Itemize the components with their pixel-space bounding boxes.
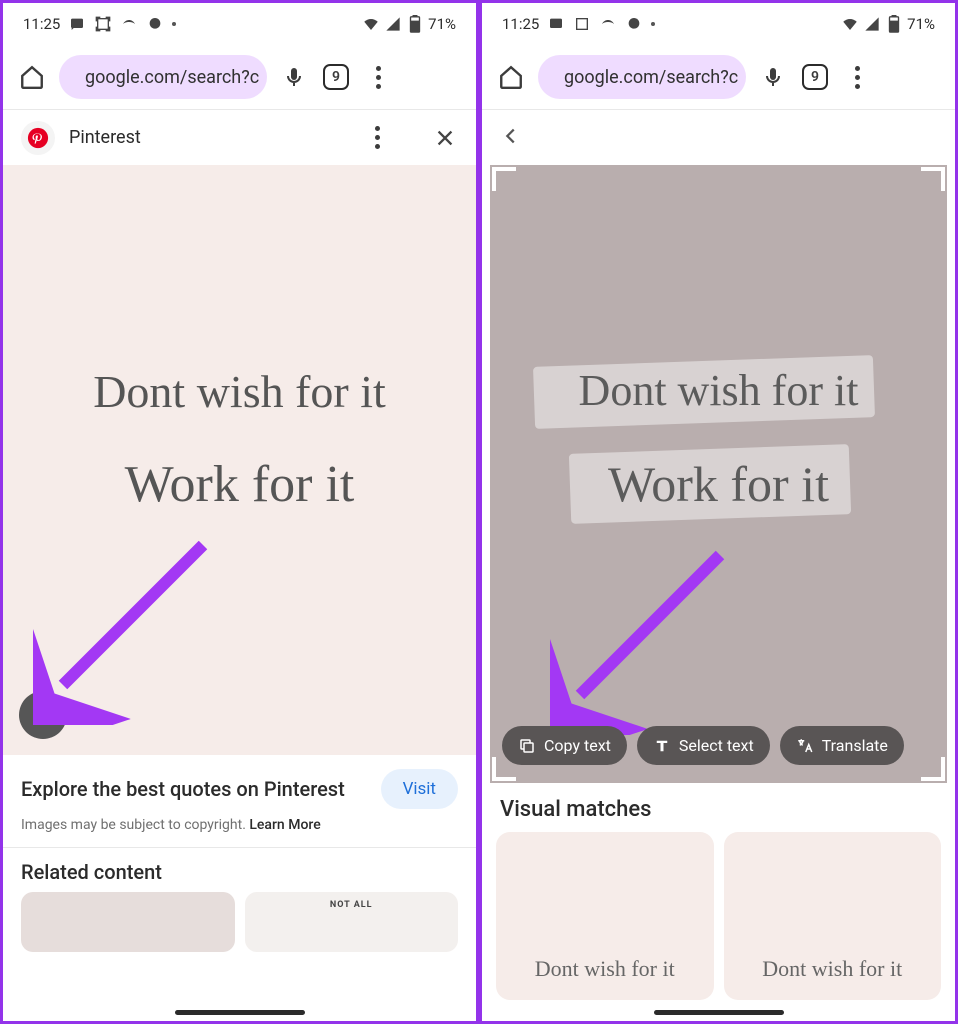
copyright-caption: Images may be subject to copyright. Lear… [3, 817, 476, 847]
caption-text: Images may be subject to copyright. [21, 817, 249, 833]
thumb-label: NOT ALL [330, 900, 373, 910]
related-thumbs: NOT ALL [3, 892, 476, 952]
wifi-icon [841, 15, 859, 33]
status-bar: 11:25 71% [3, 3, 476, 45]
learn-more-link[interactable]: Learn More [249, 817, 320, 833]
detected-text-2: Work for it [490, 455, 947, 513]
battery-icon [406, 15, 424, 33]
nav-handle[interactable] [175, 1010, 305, 1015]
battery-pct: 71% [907, 15, 935, 33]
lens-crop-area[interactable]: Dont wish for it Work for it Copy text S… [490, 165, 947, 783]
copy-text-label: Copy text [544, 736, 611, 755]
detected-text-1: Dont wish for it [490, 365, 947, 416]
close-icon[interactable] [432, 125, 458, 151]
translate-icon [796, 737, 814, 755]
battery-pct: 71% [428, 15, 456, 33]
screenshot-icon [573, 15, 591, 33]
tabs-count: 9 [811, 69, 819, 85]
url-text: google.com/search?c [85, 67, 259, 88]
translate-label: Translate [822, 736, 888, 755]
more-dot-icon [651, 22, 655, 26]
visual-matches-row: Dont wish for it Dont wish for it [482, 832, 955, 1000]
tabs-count: 9 [332, 69, 340, 85]
status-time: 11:25 [502, 15, 539, 33]
translate-button[interactable]: Translate [780, 726, 904, 765]
lens-action-row: Copy text Select text Translate [490, 726, 947, 765]
browser-bar: google.com/search?c 9 [3, 45, 476, 109]
phone-right: 11:25 71% google.com/search?c 9 [479, 0, 958, 1024]
signal-icon [384, 15, 402, 33]
copy-icon [518, 737, 536, 755]
nav-handle[interactable] [654, 1010, 784, 1015]
text-icon [653, 737, 671, 755]
url-bar[interactable]: google.com/search?c [538, 55, 746, 99]
tabs-button[interactable]: 9 [800, 62, 830, 92]
select-text-button[interactable]: Select text [637, 726, 770, 765]
menu-icon[interactable] [842, 62, 872, 92]
crop-handle-tl[interactable] [492, 167, 522, 197]
copy-text-button[interactable]: Copy text [502, 726, 627, 765]
info-row: Explore the best quotes on Pinterest Vis… [3, 755, 476, 817]
wifi-icon [362, 15, 380, 33]
annotation-arrow [33, 525, 233, 725]
tabs-button[interactable]: 9 [321, 62, 351, 92]
back-icon[interactable] [500, 125, 522, 151]
url-text: google.com/search?c [564, 67, 738, 88]
crop-handle-tr[interactable] [915, 167, 945, 197]
phone-left: 11:25 71% google.com/search?c 9 Pinteres… [0, 0, 479, 1024]
annotation-arrow [550, 535, 750, 735]
back-bar [482, 109, 955, 165]
more-icon[interactable] [364, 125, 390, 151]
related-thumb[interactable]: NOT ALL [245, 892, 459, 952]
result-title[interactable]: Explore the best quotes on Pinterest [21, 776, 369, 802]
source-label: Pinterest [69, 127, 350, 148]
related-thumb[interactable] [21, 892, 235, 952]
menu-icon[interactable] [363, 62, 393, 92]
google-lens-button[interactable] [19, 691, 67, 739]
airtel-icon [120, 15, 138, 33]
image-text-line-2: Work for it [3, 455, 476, 514]
status-time: 11:25 [23, 15, 60, 33]
status-bar: 11:25 71% [482, 3, 955, 45]
mic-icon[interactable] [279, 62, 309, 92]
image-preview[interactable]: Dont wish for it Work for it [3, 165, 476, 755]
visit-button[interactable]: Visit [381, 769, 458, 809]
related-content-title: Related content [3, 847, 476, 892]
vm-thumb-label: Dont wish for it [535, 956, 675, 982]
home-icon[interactable] [17, 62, 47, 92]
mic-icon[interactable] [758, 62, 788, 92]
url-bar[interactable]: google.com/search?c [59, 55, 267, 99]
chat-icon [625, 15, 643, 33]
visual-match-card[interactable]: Dont wish for it [724, 832, 942, 1000]
signal-icon [863, 15, 881, 33]
image-text-line-1: Dont wish for it [3, 365, 476, 418]
battery-icon [885, 15, 903, 33]
select-text-label: Select text [679, 736, 754, 755]
visual-match-card[interactable]: Dont wish for it [496, 832, 714, 1000]
vm-thumb-label: Dont wish for it [762, 956, 902, 982]
screenshot-icon [94, 15, 112, 33]
pinterest-icon [21, 121, 55, 155]
messages-icon [547, 15, 565, 33]
more-dot-icon [172, 22, 176, 26]
browser-bar: google.com/search?c 9 [482, 45, 955, 109]
chat-icon [146, 15, 164, 33]
home-icon[interactable] [496, 62, 526, 92]
airtel-icon [599, 15, 617, 33]
source-bar: Pinterest [3, 109, 476, 165]
visual-matches-title: Visual matches [482, 783, 955, 832]
messages-icon [68, 15, 86, 33]
